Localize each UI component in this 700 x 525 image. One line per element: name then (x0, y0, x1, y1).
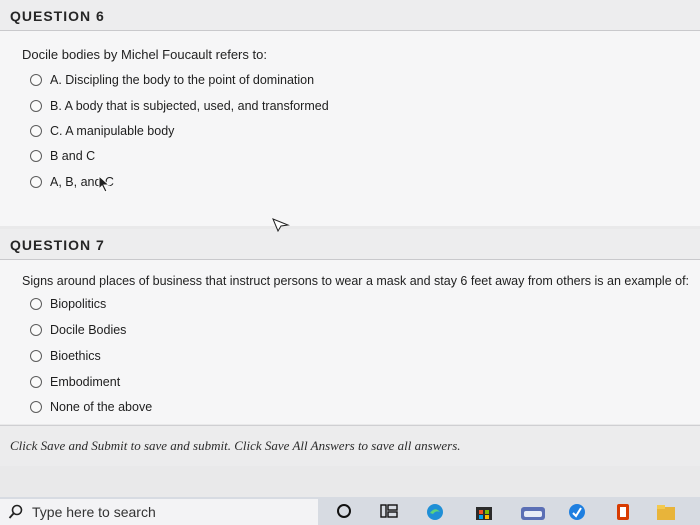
question-6-option-b[interactable]: B. A body that is subjected, used, and t… (30, 99, 329, 113)
office-icon[interactable] (614, 503, 632, 521)
cortana-icon[interactable] (336, 503, 352, 519)
question-6-option-b-and-c[interactable]: B and C (30, 149, 95, 163)
edge-icon[interactable] (426, 503, 444, 521)
radio-button[interactable] (30, 125, 42, 137)
question-7-prompt: Signs around places of business that ins… (22, 274, 690, 288)
question-6-body: Docile bodies by Michel Foucault refers … (0, 31, 700, 226)
option-label: B. A body that is subjected, used, and t… (50, 99, 329, 113)
radio-button[interactable] (30, 376, 42, 388)
teams-icon[interactable] (568, 503, 586, 521)
question-7-option-biopolitics[interactable]: Biopolitics (30, 297, 106, 311)
option-label: Biopolitics (50, 297, 107, 311)
option-label: Bioethics (50, 349, 101, 363)
option-label: Docile Bodies (50, 323, 127, 337)
question-7-title: QUESTION 7 (10, 237, 105, 253)
question-6-option-a[interactable]: A. Discipling the body to the point of d… (30, 73, 314, 87)
taskbar-search-box[interactable]: Type here to search (0, 499, 318, 525)
option-label: Embodiment (50, 375, 121, 389)
radio-button[interactable] (30, 298, 42, 310)
question-7-header: QUESTION 7 (0, 229, 700, 260)
question-7-option-bioethics[interactable]: Bioethics (30, 349, 101, 363)
store-icon[interactable] (474, 503, 494, 521)
question-7-option-embodiment[interactable]: Embodiment (30, 375, 120, 389)
pointer-cursor-icon (272, 218, 290, 232)
question-6-option-c[interactable]: C. A manipulable body (30, 124, 174, 138)
option-label: B and C (50, 149, 96, 163)
task-view-icon[interactable] (380, 503, 398, 519)
question-7-option-docile-bodies[interactable]: Docile Bodies (30, 323, 126, 337)
radio-button[interactable] (30, 350, 42, 362)
file-explorer-icon[interactable] (656, 503, 676, 521)
search-placeholder: Type here to search (32, 504, 156, 520)
submit-instructions-bar: Click Save and Submit to save and submit… (0, 425, 700, 466)
radio-button[interactable] (30, 176, 42, 188)
question-7-body: Signs around places of business that ins… (0, 260, 700, 424)
radio-button[interactable] (30, 324, 42, 336)
app-icon[interactable] (520, 503, 546, 521)
windows-taskbar: Type here to search (0, 497, 700, 525)
radio-button[interactable] (30, 100, 42, 112)
question-6-prompt: Docile bodies by Michel Foucault refers … (22, 47, 267, 62)
search-icon (8, 504, 23, 519)
question-6-header: QUESTION 6 (0, 0, 700, 31)
radio-button[interactable] (30, 74, 42, 86)
mouse-cursor-icon (98, 175, 111, 193)
option-label: C. A manipulable body (50, 124, 175, 138)
question-7-option-none[interactable]: None of the above (30, 400, 152, 414)
question-6-title: QUESTION 6 (10, 8, 105, 24)
radio-button[interactable] (30, 401, 42, 413)
submit-instructions: Click Save and Submit to save and submit… (10, 438, 461, 453)
radio-button[interactable] (30, 150, 42, 162)
option-label: A. Discipling the body to the point of d… (50, 73, 315, 87)
option-label: None of the above (50, 400, 153, 414)
